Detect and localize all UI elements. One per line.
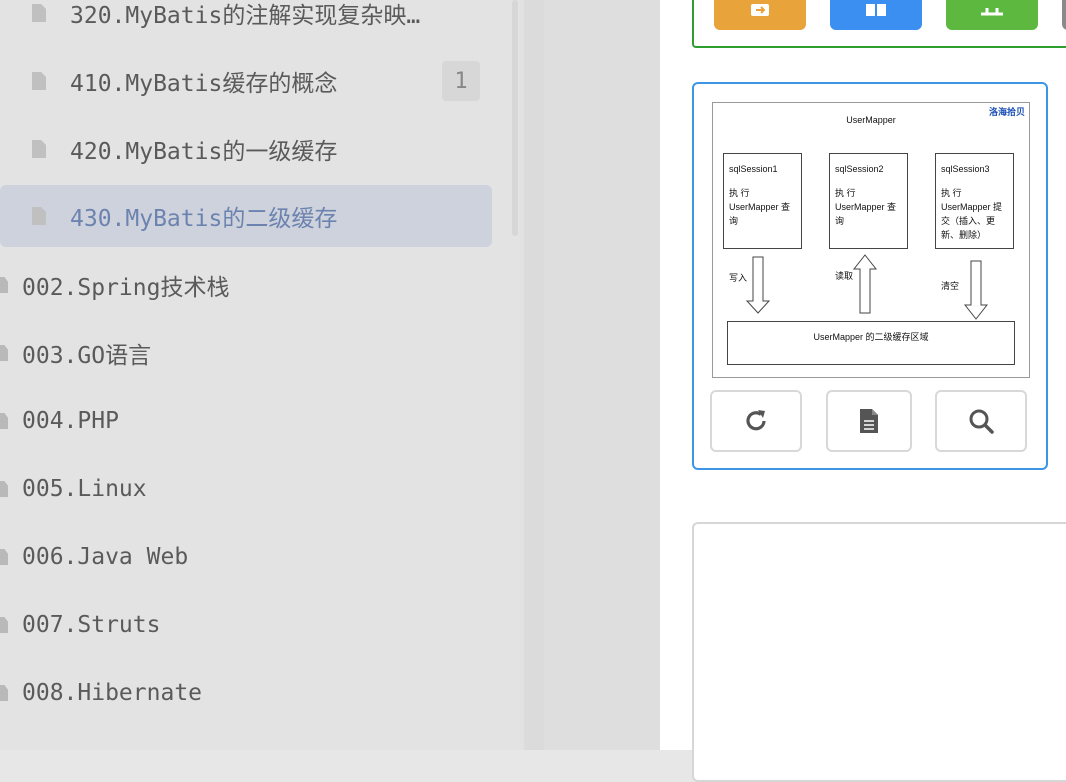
sidebar-item-label: 320.MyBatis的注解实现复杂映… [70, 3, 421, 29]
image-preview-card: UserMapper 洛海拾贝 sqlSession1 执 行 UserMapp… [692, 82, 1048, 470]
arrow-label: 清空 [941, 281, 960, 291]
document-icon [860, 409, 878, 433]
sidebar-item-php[interactable]: 004.PHP [0, 390, 490, 452]
folder-icon [0, 549, 8, 565]
sidebar-item-label: 002.Spring技术栈 [22, 275, 230, 301]
folder-icon [0, 481, 8, 497]
folder-icon [0, 685, 8, 701]
document-icon [32, 140, 46, 158]
document-button[interactable] [826, 390, 912, 452]
sidebar-item-label: 420.MyBatis的一级缓存 [70, 139, 338, 165]
sidebar-item-label: 006.Java Web [22, 544, 189, 570]
sidebar-scrollbar[interactable] [512, 0, 518, 236]
splitter[interactable] [524, 0, 544, 750]
sidebar-item-struts[interactable]: 007.Struts [0, 594, 490, 656]
document-icon [32, 207, 46, 225]
folder-icon [0, 617, 8, 633]
session-name: sqlSession1 [729, 164, 778, 174]
copy-button[interactable] [830, 0, 922, 30]
document-icon [32, 4, 46, 22]
sidebar: 320.MyBatis的注解实现复杂映… 410.MyBatis缓存的概念 1 … [0, 0, 520, 750]
arrow-label: 读取 [835, 271, 854, 281]
session-text: 执 行 UserMapper 查询 [835, 188, 897, 226]
arrow-down-1 [745, 256, 771, 314]
sidebar-item-javaweb[interactable]: 006.Java Web [0, 526, 490, 588]
share-button[interactable] [946, 0, 1038, 30]
cache-diagram[interactable]: UserMapper 洛海拾贝 sqlSession1 执 行 UserMapp… [712, 102, 1030, 378]
sidebar-item-320[interactable]: 320.MyBatis的注解实现复杂映… [32, 0, 492, 44]
sidebar-item-label: 003.GO语言 [22, 343, 152, 369]
sidebar-item-420[interactable]: 420.MyBatis的一级缓存 [32, 118, 492, 180]
sidebar-item-label: 410.MyBatis缓存的概念 [70, 71, 338, 97]
count-badge: 1 [442, 61, 480, 101]
folder-icon [0, 277, 8, 293]
session-text: 执 行 UserMapper 提交（插入、更新、删除） [941, 188, 1003, 240]
sidebar-item-label: 430.MyBatis的二级缓存 [70, 206, 338, 232]
copy-icon [866, 4, 886, 16]
session-name: sqlSession3 [941, 164, 990, 174]
session-box: sqlSession2 执 行 UserMapper 查询 [829, 153, 908, 249]
search-icon [969, 409, 994, 434]
toolbar-card [692, 0, 1066, 48]
cache-area: UserMapper 的二级缓存区域 [727, 321, 1015, 365]
sidebar-item-label: 007.Struts [22, 612, 161, 638]
share-icon [981, 8, 1003, 16]
content-area [544, 0, 660, 750]
folder-icon [0, 345, 8, 361]
sidebar-item-label: 004.PHP [22, 408, 119, 434]
search-button[interactable] [935, 390, 1027, 452]
arrow-label: 写入 [729, 273, 748, 283]
export-button[interactable] [714, 0, 806, 30]
refresh-icon [746, 410, 766, 431]
logo: 洛海拾贝 [988, 107, 1025, 117]
side-panel: UserMapper 洛海拾贝 sqlSession1 执 行 UserMapp… [660, 0, 1066, 782]
document-icon [32, 72, 46, 90]
sidebar-item-430[interactable]: 430.MyBatis的二级缓存 [0, 185, 492, 247]
session-box: sqlSession1 执 行 UserMapper 查询 [723, 153, 802, 249]
sidebar-item-spring[interactable]: 002.Spring技术栈 [0, 254, 490, 316]
sidebar-item-linux[interactable]: 005.Linux [0, 458, 490, 520]
content-card [692, 522, 1066, 782]
arrow-up-2 [852, 254, 878, 314]
more-button[interactable] [1062, 0, 1066, 30]
sidebar-item-label: 008.Hibernate [22, 680, 203, 706]
sidebar-item-go[interactable]: 003.GO语言 [0, 322, 490, 384]
session-box: sqlSession3 执 行 UserMapper 提交（插入、更新、删除） [935, 153, 1014, 249]
refresh-button[interactable] [710, 390, 802, 452]
arrow-down-3 [963, 260, 989, 320]
sidebar-item-hibernate[interactable]: 008.Hibernate [0, 662, 490, 724]
session-name: sqlSession2 [835, 164, 884, 174]
folder-icon [0, 413, 8, 429]
session-text: 执 行 UserMapper 查询 [729, 188, 791, 226]
export-icon [751, 4, 769, 16]
sidebar-item-label: 005.Linux [22, 476, 147, 502]
sidebar-item-410[interactable]: 410.MyBatis缓存的概念 1 [32, 50, 492, 112]
diagram-title: UserMapper [846, 115, 896, 125]
